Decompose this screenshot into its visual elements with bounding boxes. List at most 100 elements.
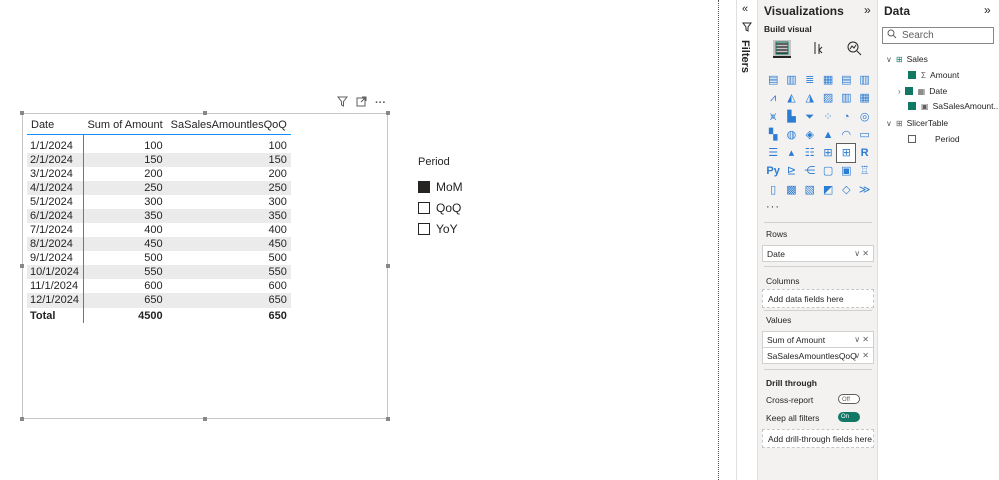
values-field-qoq[interactable]: SaSalesAmountlesQoQ ∨ ✕ bbox=[762, 347, 874, 364]
line-clustered-column-icon[interactable]: ▥ bbox=[837, 89, 855, 107]
checkbox-checked[interactable] bbox=[908, 71, 916, 79]
waterfall-chart-icon[interactable]: ▙ bbox=[782, 108, 800, 126]
slicer-item-yoy[interactable]: YoY bbox=[418, 218, 463, 239]
cell-qoq: 200 bbox=[268, 167, 287, 180]
stacked-bar-chart-icon[interactable]: ▤ bbox=[764, 71, 782, 89]
collapse-chevron-icon[interactable]: » bbox=[864, 3, 871, 17]
build-visual-icon[interactable] bbox=[773, 40, 791, 58]
table-icon[interactable]: ⊞ bbox=[819, 144, 837, 162]
filled-map-icon[interactable]: ◈ bbox=[801, 126, 819, 144]
card-icon[interactable]: ▭ bbox=[855, 126, 873, 144]
values-field-sum-amount[interactable]: Sum of Amount ∨ ✕ bbox=[762, 331, 874, 348]
checkbox-checked[interactable] bbox=[908, 102, 916, 110]
area-chart-icon[interactable]: ◭ bbox=[782, 89, 800, 107]
custom-visual-icon[interactable]: ◩ bbox=[819, 181, 837, 199]
donut-chart-icon[interactable]: ◎ bbox=[855, 108, 873, 126]
stacked-column-chart-icon[interactable]: ▥ bbox=[782, 71, 800, 89]
analytics-icon[interactable] bbox=[845, 40, 863, 58]
checkbox-checked[interactable] bbox=[904, 87, 913, 95]
power-apps-icon[interactable]: ▩ bbox=[782, 181, 800, 199]
table-slicertable[interactable]: ∨ ⊞ SlicerTable bbox=[886, 118, 948, 128]
resize-handle[interactable] bbox=[20, 111, 24, 115]
table-row: 2/1/2024 150 150 bbox=[27, 152, 291, 167]
r-visual-icon[interactable]: R bbox=[855, 144, 873, 162]
slicer-icon[interactable]: ☷ bbox=[801, 144, 819, 162]
more-visuals-button[interactable]: ··· bbox=[766, 201, 780, 213]
field-actions-icon[interactable]: ∨ ✕ bbox=[854, 249, 869, 258]
column-header-sum-amount[interactable]: Sum of Amount bbox=[83, 116, 167, 135]
multi-row-card-icon[interactable]: ☰ bbox=[764, 144, 782, 162]
column-header-qoq[interactable]: SaSalesAmountlesQoQ bbox=[166, 116, 291, 135]
clustered-bar-chart-icon[interactable]: ≣ bbox=[801, 71, 819, 89]
treemap-icon[interactable]: ▚ bbox=[764, 126, 782, 144]
map-icon[interactable]: ◍ bbox=[782, 126, 800, 144]
resize-handle[interactable] bbox=[386, 264, 390, 268]
resize-handle[interactable] bbox=[20, 417, 24, 421]
column-header-date[interactable]: Date bbox=[27, 116, 84, 135]
checkbox[interactable] bbox=[418, 222, 430, 235]
format-visual-icon[interactable] bbox=[809, 40, 827, 58]
key-influencers-icon[interactable]: ⊵ bbox=[782, 162, 800, 180]
resize-handle[interactable] bbox=[386, 417, 390, 421]
decomposition-tree-icon[interactable]: ⋲ bbox=[801, 162, 819, 180]
resize-handle[interactable] bbox=[203, 111, 207, 115]
metrics-icon[interactable]: ♖ bbox=[855, 162, 873, 180]
checkbox[interactable] bbox=[908, 135, 916, 143]
checkbox-checked[interactable] bbox=[418, 180, 430, 193]
search-input[interactable]: Search bbox=[882, 27, 994, 44]
cell-qoq: 400 bbox=[268, 224, 287, 237]
chevron-down-icon[interactable]: ∨ bbox=[886, 55, 892, 64]
slicer-item-mom[interactable]: MoM bbox=[418, 176, 463, 197]
collapse-chevron-icon[interactable]: » bbox=[984, 3, 991, 17]
gauge-icon[interactable]: ◠ bbox=[837, 126, 855, 144]
qa-icon[interactable]: ▢ bbox=[819, 162, 837, 180]
row-date: 4/1/2024 bbox=[27, 180, 84, 195]
100-area-chart-icon[interactable]: ▨ bbox=[819, 89, 837, 107]
clustered-column-chart-icon[interactable]: ▦ bbox=[819, 71, 837, 89]
100-bar-chart-icon[interactable]: ▤ bbox=[837, 71, 855, 89]
focus-mode-icon[interactable] bbox=[356, 96, 367, 110]
ribbon-chart-icon[interactable]: ⩙ bbox=[764, 108, 782, 126]
smart-narrative-icon[interactable]: ▣ bbox=[837, 162, 855, 180]
paginated-report-icon[interactable]: ▯ bbox=[764, 181, 782, 199]
drill-through-drop-zone[interactable]: Add drill-through fields here bbox=[762, 429, 874, 448]
chevron-visual-icon[interactable]: ≫ bbox=[855, 181, 873, 199]
checkbox[interactable] bbox=[418, 201, 430, 214]
field-amount[interactable]: Σ Amount bbox=[908, 70, 959, 80]
more-options-icon[interactable]: ··· bbox=[375, 97, 386, 109]
resize-handle[interactable] bbox=[20, 264, 24, 268]
expand-chevron-icon[interactable]: « bbox=[742, 3, 748, 15]
line-stacked-column-icon[interactable]: ▦ bbox=[855, 89, 873, 107]
resize-handle[interactable] bbox=[386, 111, 390, 115]
filter-icon[interactable] bbox=[336, 96, 349, 110]
azure-map-icon[interactable]: ▲ bbox=[819, 126, 837, 144]
filters-label[interactable]: Filters bbox=[739, 40, 751, 73]
pie-chart-icon[interactable]: ◔ bbox=[837, 108, 855, 126]
matrix-icon[interactable]: ⊞ bbox=[836, 143, 857, 164]
funnel-icon[interactable]: ⏷ bbox=[801, 108, 819, 126]
table-sales[interactable]: ∨ ⊞ Sales bbox=[886, 54, 928, 64]
field-actions-icon[interactable]: ∨ ✕ bbox=[854, 335, 869, 344]
columns-drop-zone[interactable]: Add data fields here bbox=[762, 289, 874, 308]
kpi-icon[interactable]: ▴ bbox=[782, 144, 800, 162]
keep-filters-toggle[interactable]: On bbox=[838, 412, 860, 422]
chevron-down-icon[interactable]: ∨ bbox=[886, 119, 892, 128]
stacked-area-chart-icon[interactable]: ◮ bbox=[801, 89, 819, 107]
diamond-visual-icon[interactable]: ◇ bbox=[837, 181, 855, 199]
filters-pane-collapsed[interactable]: « Filters bbox=[736, 0, 758, 480]
field-actions-icon[interactable]: ∨ ✕ bbox=[854, 351, 869, 360]
python-visual-icon[interactable]: Py bbox=[764, 162, 782, 180]
field-name: SaSalesAmount... bbox=[932, 101, 999, 111]
field-date[interactable]: › ▦ Date bbox=[898, 86, 947, 96]
power-automate-icon[interactable]: ▧ bbox=[801, 181, 819, 199]
line-chart-icon[interactable]: ⩘ bbox=[764, 89, 782, 107]
resize-handle[interactable] bbox=[203, 417, 207, 421]
100-column-chart-icon[interactable]: ▥ bbox=[855, 71, 873, 89]
rows-field-date[interactable]: Date ∨ ✕ bbox=[762, 245, 874, 262]
scatter-chart-icon[interactable]: ⁘ bbox=[819, 108, 837, 126]
field-qoq-measure[interactable]: ▣ SaSalesAmount... bbox=[908, 101, 999, 111]
slicer-item-qoq[interactable]: QoQ bbox=[418, 197, 463, 218]
cross-report-toggle[interactable]: Off bbox=[838, 394, 860, 404]
chevron-right-icon[interactable]: › bbox=[898, 87, 901, 96]
field-period[interactable]: Period bbox=[908, 134, 960, 144]
